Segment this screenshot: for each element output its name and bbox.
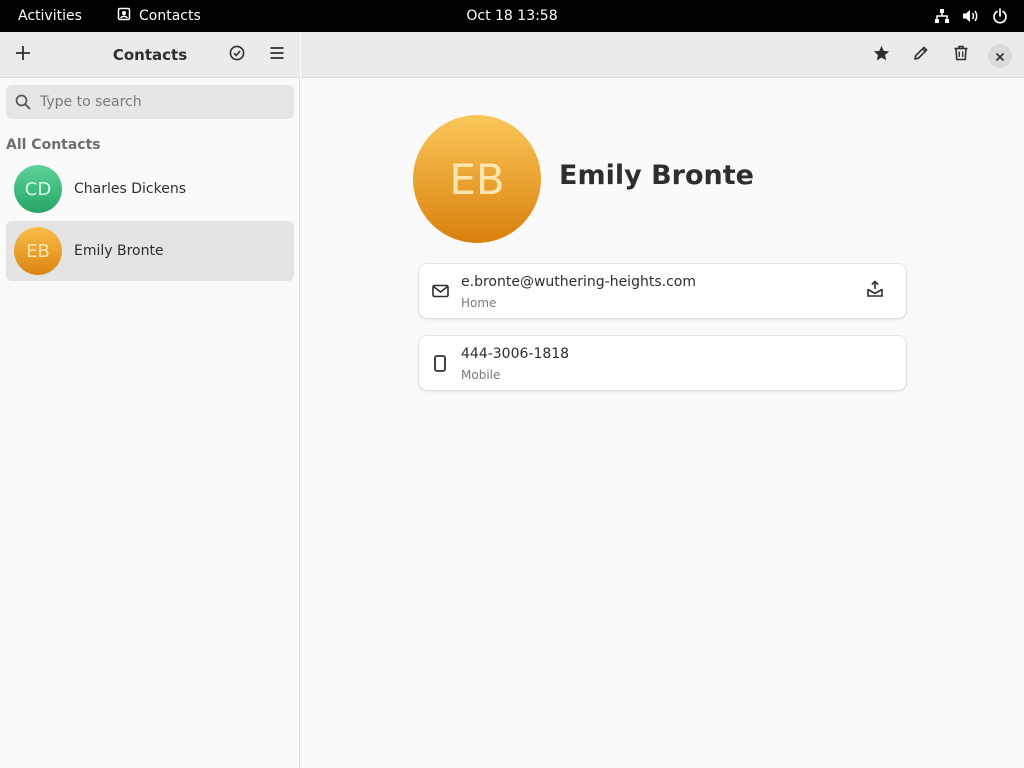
contacts-sidebar: Contacts All Contacts CD Charles Dickens…	[0, 32, 300, 768]
network-icon[interactable]	[934, 8, 950, 24]
app-name: Contacts	[139, 8, 201, 24]
sidebar-header: Contacts	[0, 32, 300, 78]
avatar: EB	[14, 227, 62, 275]
search-box[interactable]	[6, 85, 294, 119]
contact-avatar-large: EB	[413, 115, 541, 243]
select-contacts-button[interactable]	[221, 39, 253, 71]
avatar-initials: CD	[24, 178, 52, 200]
email-card[interactable]: e.bronte@wuthering-heights.com Home	[419, 264, 906, 318]
section-title-all-contacts: All Contacts	[6, 137, 101, 153]
top-bar: Activities Contacts Oct 18 13:58	[0, 0, 1024, 32]
mail-icon	[431, 282, 449, 300]
contact-detail-pane: EB Emily Bronte e.bronte@wuthering-heigh…	[301, 32, 1024, 768]
search-input[interactable]	[40, 94, 280, 110]
close-icon	[995, 47, 1005, 66]
volume-icon[interactable]	[962, 8, 980, 24]
contact-full-name: Emily Bronte	[559, 160, 754, 191]
app-menu-button[interactable]: Contacts	[117, 0, 201, 32]
contact-name: Emily Bronte	[74, 243, 164, 259]
email-value[interactable]: e.bronte@wuthering-heights.com	[461, 274, 696, 290]
phone-icon	[431, 354, 449, 372]
phone-value[interactable]: 444-3006-1818	[461, 346, 569, 362]
favorite-button[interactable]	[865, 39, 897, 71]
avatar: CD	[14, 165, 62, 213]
detail-header	[301, 32, 1024, 78]
close-button[interactable]	[988, 44, 1012, 68]
contact-row-emily-bronte[interactable]: EB Emily Bronte	[6, 221, 294, 281]
email-label: Home	[461, 296, 497, 310]
trash-icon	[953, 45, 969, 65]
power-icon[interactable]	[992, 8, 1008, 24]
contacts-app-icon	[117, 7, 131, 25]
edit-contact-button[interactable]	[905, 39, 937, 71]
hamburger-menu-icon	[269, 45, 285, 65]
phone-card[interactable]: 444-3006-1818 Mobile	[419, 336, 906, 390]
main-menu-button[interactable]	[261, 39, 293, 71]
system-tray[interactable]	[934, 0, 1008, 32]
contact-name: Charles Dickens	[74, 181, 186, 197]
check-circle-icon	[229, 45, 245, 65]
search-icon	[6, 94, 40, 110]
activities-button[interactable]: Activities	[18, 0, 82, 32]
sidebar-title: Contacts	[112, 46, 188, 64]
pencil-icon	[913, 45, 929, 65]
phone-label: Mobile	[461, 368, 501, 382]
avatar-initials: EB	[449, 154, 505, 204]
contact-row-charles-dickens[interactable]: CD Charles Dickens	[6, 159, 294, 219]
send-email-button[interactable]	[864, 280, 886, 302]
avatar-initials: EB	[26, 240, 50, 262]
mail-send-icon	[866, 280, 884, 302]
delete-contact-button[interactable]	[945, 39, 977, 71]
star-icon	[873, 45, 890, 66]
